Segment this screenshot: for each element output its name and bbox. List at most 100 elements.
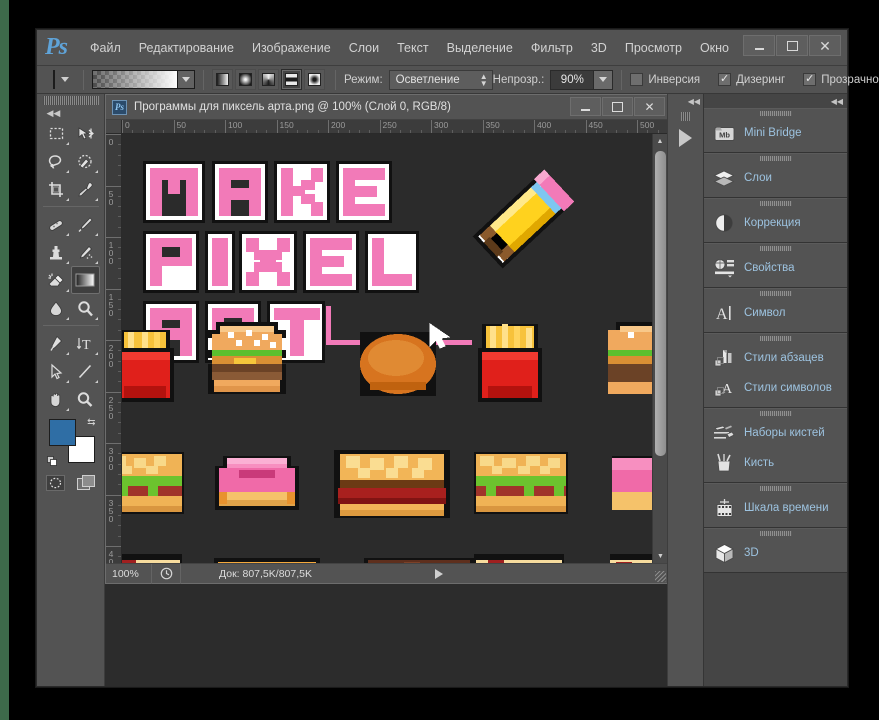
vertical-ruler[interactable]: 0 50 100 150 200 250 300 350 400 xyxy=(106,134,122,563)
dock-group-grip[interactable] xyxy=(704,199,847,208)
status-expand-arrow-icon[interactable] xyxy=(435,568,443,579)
default-colors-icon[interactable] xyxy=(46,454,58,466)
invert-checkbox-row[interactable]: Инверсия xyxy=(630,73,706,86)
horizontal-ruler[interactable]: 0 50 100 150 200 250 300 350 400 450 500 xyxy=(106,120,667,134)
lasso-tool[interactable] xyxy=(42,147,71,175)
gradient-tool[interactable] xyxy=(70,266,100,294)
menu-layers[interactable]: Слои xyxy=(340,37,388,59)
line-tool[interactable] xyxy=(71,357,100,385)
blend-mode-select[interactable]: Осветление ▲ ▼ xyxy=(388,69,493,90)
tools-collapse-icon[interactable]: ◀◀ xyxy=(43,108,99,119)
canvas-viewport[interactable] xyxy=(122,134,652,563)
hand-tool[interactable] xyxy=(42,385,71,413)
panel-mini-bridge[interactable]: Mb Mini Bridge xyxy=(704,118,847,148)
panel-properties[interactable]: Свойства xyxy=(704,253,847,283)
canvas-image[interactable] xyxy=(122,134,652,563)
dock-group-grip[interactable] xyxy=(704,289,847,298)
resize-grip[interactable] xyxy=(655,571,666,582)
menu-text[interactable]: Текст xyxy=(388,37,437,59)
cube-3d-icon xyxy=(713,542,735,564)
dock-group-grip[interactable] xyxy=(704,244,847,253)
dock-group-grip[interactable] xyxy=(704,409,847,418)
eyedropper-tool[interactable] xyxy=(71,175,100,203)
tool-preset-chevron-down-icon[interactable] xyxy=(61,77,69,82)
document-close-button[interactable]: ✕ xyxy=(634,97,665,116)
document-maximize-button[interactable] xyxy=(602,97,633,116)
panel-paragraph-styles[interactable]: Стили абзацев xyxy=(704,343,847,373)
screen-mode-icon[interactable] xyxy=(76,475,96,496)
panel-character[interactable]: A Символ xyxy=(704,298,847,328)
opacity-input[interactable]: 90% xyxy=(550,69,595,90)
gradient-type-reflected-button[interactable] xyxy=(281,69,302,90)
maximize-button[interactable] xyxy=(776,35,808,56)
dock-group-grip[interactable] xyxy=(704,484,847,493)
close-button[interactable]: ✕ xyxy=(809,35,841,56)
foreground-color-swatch[interactable] xyxy=(48,419,76,446)
gradient-type-diamond-button[interactable] xyxy=(304,69,325,90)
menu-filter[interactable]: Фильтр xyxy=(522,37,582,59)
transparency-checkbox[interactable]: ✓ xyxy=(803,73,817,86)
invert-checkbox[interactable] xyxy=(630,73,644,86)
menu-file[interactable]: Файл xyxy=(81,37,130,59)
gradient-tool-swatch-icon[interactable] xyxy=(53,70,55,89)
opacity-chevron-down-icon[interactable] xyxy=(594,69,614,90)
minimize-button[interactable] xyxy=(743,35,775,56)
panel-brush[interactable]: Кисть xyxy=(704,448,847,478)
quick-selection-tool[interactable] xyxy=(71,147,100,175)
path-selection-tool[interactable] xyxy=(42,357,71,385)
clone-stamp-tool[interactable] xyxy=(42,238,71,266)
gradient-type-angle-button[interactable] xyxy=(258,69,279,90)
menu-window[interactable]: Окно xyxy=(691,37,738,59)
eraser-tool[interactable] xyxy=(42,266,71,294)
ruler-label: 400 xyxy=(106,549,116,563)
dock-group-grip[interactable] xyxy=(704,529,847,538)
gradient-picker-chevron-down-icon[interactable] xyxy=(178,70,195,89)
blur-tool[interactable] xyxy=(42,294,71,322)
swap-colors-icon[interactable]: ⇆ xyxy=(87,417,95,428)
scroll-up-arrow-icon[interactable]: ▲ xyxy=(653,134,667,148)
tools-panel-grip[interactable] xyxy=(42,96,99,105)
dodge-tool[interactable] xyxy=(71,294,100,322)
dock-collapse-icon[interactable]: ◀◀ xyxy=(704,94,847,108)
move-tool[interactable] xyxy=(71,119,100,147)
rail-collapse-icon[interactable]: ◀◀ xyxy=(668,94,703,108)
pen-tool[interactable] xyxy=(42,329,71,357)
menu-edit[interactable]: Редактирование xyxy=(130,37,243,59)
panel-timeline[interactable]: Шкала времени xyxy=(704,493,847,523)
history-brush-tool[interactable] xyxy=(71,238,100,266)
menu-selection[interactable]: Выделение xyxy=(438,37,522,59)
gradient-type-linear-button[interactable] xyxy=(212,69,233,90)
menu-view[interactable]: Просмотр xyxy=(616,37,691,59)
document-title-bar[interactable]: Ps Программы для пиксель арта.png @ 100%… xyxy=(106,95,667,120)
spot-healing-brush-tool[interactable] xyxy=(42,210,71,238)
status-history-icon[interactable] xyxy=(152,567,180,580)
gradient-preview[interactable] xyxy=(92,70,178,89)
brush-tool[interactable] xyxy=(71,210,100,238)
transparency-checkbox-row[interactable]: ✓ Прозрачность xyxy=(803,73,879,86)
dock-group-grip[interactable] xyxy=(704,154,847,163)
crop-tool[interactable] xyxy=(42,175,71,203)
panel-character-styles[interactable]: A Стили символов xyxy=(704,373,847,403)
scroll-down-arrow-icon[interactable]: ▼ xyxy=(653,549,667,563)
rail-grip[interactable] xyxy=(681,112,690,121)
document-minimize-button[interactable] xyxy=(570,97,601,116)
panel-adjustments[interactable]: Коррекция xyxy=(704,208,847,238)
panel-brush-presets[interactable]: Наборы кистей xyxy=(704,418,847,448)
panel-3d[interactable]: 3D xyxy=(704,538,847,568)
dock-group-grip[interactable] xyxy=(704,109,847,118)
menu-image[interactable]: Изображение xyxy=(243,37,340,59)
quick-mask-icon[interactable] xyxy=(45,475,65,496)
gradient-type-radial-button[interactable] xyxy=(235,69,256,90)
vertical-scrollbar[interactable]: ▲ ▼ xyxy=(652,134,667,563)
dither-checkbox-row[interactable]: ✓ Дизеринг xyxy=(718,73,791,86)
rectangular-marquee-tool[interactable] xyxy=(42,119,71,147)
dock-group-grip[interactable] xyxy=(704,334,847,343)
dither-checkbox[interactable]: ✓ xyxy=(718,73,732,86)
vertical-scrollbar-thumb[interactable] xyxy=(655,151,666,456)
zoom-tool[interactable] xyxy=(71,385,100,413)
expand-panel-arrow[interactable] xyxy=(679,129,692,147)
panel-layers[interactable]: Слои xyxy=(704,163,847,193)
horizontal-type-tool[interactable]: T xyxy=(71,329,100,357)
zoom-level[interactable]: 100% xyxy=(106,568,151,580)
menu-3d[interactable]: 3D xyxy=(582,37,616,59)
